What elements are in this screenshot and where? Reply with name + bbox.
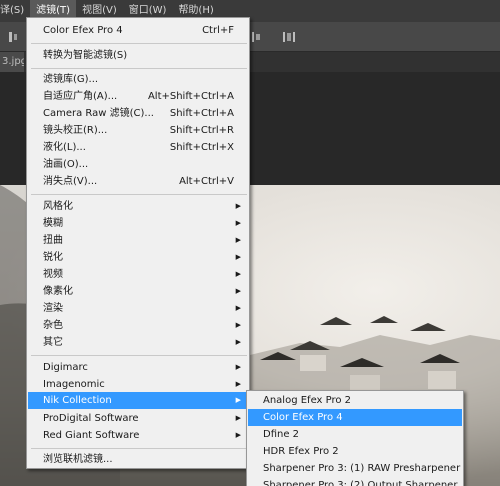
menu-item-filter-gallery[interactable]: 滤镜库(G)... bbox=[28, 71, 248, 88]
menu-separator bbox=[31, 43, 247, 44]
menu-item-label: 视频 bbox=[43, 269, 63, 280]
menu-item-nik-collection[interactable]: Nik Collection ▶ bbox=[28, 392, 248, 409]
document-tab[interactable]: 3.jpg @ bbox=[0, 52, 24, 72]
menu-separator bbox=[31, 68, 247, 69]
menu-item-label: Red Giant Software bbox=[43, 430, 140, 441]
menu-item-imagenomic[interactable]: Imagenomic ▶ bbox=[28, 376, 248, 393]
menu-item-sharpen[interactable]: 锐化 ▶ bbox=[28, 249, 248, 266]
shortcut-label: Alt+Ctrl+V bbox=[179, 176, 234, 187]
menu-item-label: Nik Collection bbox=[43, 395, 112, 406]
shortcut-label: Alt+Shift+Ctrl+A bbox=[147, 91, 234, 102]
menu-item-label: 油画(O)... bbox=[43, 159, 89, 170]
submenu-arrow-icon: ▶ bbox=[235, 414, 241, 422]
submenu-item-analog-efex[interactable]: Analog Efex Pro 2 bbox=[248, 392, 462, 409]
menu-separator bbox=[31, 355, 247, 356]
menu-item-label: 自适应广角(A)... bbox=[43, 91, 118, 102]
submenu-arrow-icon: ▶ bbox=[235, 270, 241, 278]
menu-item-noise[interactable]: 杂色 ▶ bbox=[28, 317, 248, 334]
align-icon[interactable] bbox=[8, 30, 22, 44]
menu-item-label: 渲染 bbox=[43, 303, 63, 314]
submenu-arrow-icon: ▶ bbox=[235, 219, 241, 227]
menu-item-label: 扭曲 bbox=[43, 235, 63, 246]
menu-separator bbox=[31, 448, 247, 449]
menu-item-render[interactable]: 渲染 ▶ bbox=[28, 300, 248, 317]
submenu-item-raw-presharpener[interactable]: Sharpener Pro 3: (1) RAW Presharpener bbox=[248, 460, 462, 477]
menu-item-oil-paint[interactable]: 油画(O)... bbox=[28, 156, 248, 173]
menu-item-distort[interactable]: 扭曲 ▶ bbox=[28, 232, 248, 249]
shortcut-label: Ctrl+F bbox=[202, 25, 234, 36]
menu-item-stylize[interactable]: 风格化 ▶ bbox=[28, 198, 248, 215]
menu-item-label: Imagenomic bbox=[43, 379, 105, 390]
menu-item-other[interactable]: 其它 ▶ bbox=[28, 334, 248, 351]
menu-item-camera-raw[interactable]: Camera Raw 滤镜(C)... Shift+Ctrl+A bbox=[28, 105, 248, 122]
menu-item-browse-online-filters[interactable]: 浏览联机滤镜... bbox=[28, 451, 248, 468]
menu-item-label: Color Efex Pro 4 bbox=[43, 25, 123, 36]
submenu-item-color-efex[interactable]: Color Efex Pro 4 bbox=[248, 409, 462, 426]
menu-item-label: Camera Raw 滤镜(C)... bbox=[43, 108, 154, 119]
submenu-arrow-icon: ▶ bbox=[235, 380, 241, 388]
menu-item-label: 镜头校正(R)... bbox=[43, 125, 108, 136]
menu-item-label: 其它 bbox=[43, 337, 63, 348]
menu-item-prodigital-software[interactable]: ProDigital Software ▶ bbox=[28, 410, 248, 427]
submenu-arrow-icon: ▶ bbox=[235, 287, 241, 295]
menu-item-digimarc[interactable]: Digimarc ▶ bbox=[28, 359, 248, 376]
submenu-arrow-icon: ▶ bbox=[235, 363, 241, 371]
submenu-arrow-icon: ▶ bbox=[235, 304, 241, 312]
menu-item-label: 模糊 bbox=[43, 218, 63, 229]
nik-collection-submenu: Analog Efex Pro 2 Color Efex Pro 4 Dfine… bbox=[246, 390, 464, 486]
menu-item-last-filter[interactable]: Color Efex Pro 4 Ctrl+F bbox=[28, 22, 248, 39]
submenu-arrow-icon: ▶ bbox=[235, 396, 241, 404]
menu-item-convert-smart-filter[interactable]: 转换为智能滤镜(S) bbox=[28, 47, 248, 64]
menu-item-adaptive-wide-angle[interactable]: 自适应广角(A)... Alt+Shift+Ctrl+A bbox=[28, 88, 248, 105]
menu-item-label: 滤镜库(G)... bbox=[43, 74, 99, 85]
menu-item-label: 像素化 bbox=[43, 286, 73, 297]
menu-item-video[interactable]: 视频 ▶ bbox=[28, 266, 248, 283]
submenu-item-hdr-efex[interactable]: HDR Efex Pro 2 bbox=[248, 443, 462, 460]
menu-item-label: 转换为智能滤镜(S) bbox=[43, 50, 128, 61]
menu-item-label: Digimarc bbox=[43, 362, 88, 373]
distribute-horizontal-icon[interactable] bbox=[282, 30, 296, 44]
menu-item-red-giant-software[interactable]: Red Giant Software ▶ bbox=[28, 427, 248, 444]
menu-item-liquify[interactable]: 液化(L)... Shift+Ctrl+X bbox=[28, 139, 248, 156]
submenu-item-dfine[interactable]: Dfine 2 bbox=[248, 426, 462, 443]
menu-separator bbox=[31, 194, 247, 195]
menu-item-label: 风格化 bbox=[43, 201, 73, 212]
menu-item-label: 液化(L)... bbox=[43, 142, 86, 153]
menu-item-lens-correction[interactable]: 镜头校正(R)... Shift+Ctrl+R bbox=[28, 122, 248, 139]
menu-item-label: 消失点(V)... bbox=[43, 176, 98, 187]
submenu-arrow-icon: ▶ bbox=[235, 253, 241, 261]
filter-menu: Color Efex Pro 4 Ctrl+F 转换为智能滤镜(S) 滤镜库(G… bbox=[26, 17, 250, 469]
menu-item-blur[interactable]: 模糊 ▶ bbox=[28, 215, 248, 232]
shortcut-label: Shift+Ctrl+X bbox=[169, 142, 234, 153]
submenu-arrow-icon: ▶ bbox=[235, 202, 241, 210]
shortcut-label: Shift+Ctrl+R bbox=[169, 125, 234, 136]
menu-item-label: ProDigital Software bbox=[43, 413, 139, 424]
menu-item-pixelate[interactable]: 像素化 ▶ bbox=[28, 283, 248, 300]
submenu-arrow-icon: ▶ bbox=[235, 338, 241, 346]
menu-item-label: 浏览联机滤镜... bbox=[43, 454, 113, 465]
submenu-item-output-sharpener[interactable]: Sharpener Pro 3: (2) Output Sharpener bbox=[248, 477, 462, 486]
menu-item-label: 锐化 bbox=[43, 252, 63, 263]
distribute-icon[interactable] bbox=[250, 30, 264, 44]
menu-item-label: 杂色 bbox=[43, 320, 63, 331]
submenu-arrow-icon: ▶ bbox=[235, 321, 241, 329]
submenu-arrow-icon: ▶ bbox=[235, 236, 241, 244]
menu-item-vanishing-point[interactable]: 消失点(V)... Alt+Ctrl+V bbox=[28, 173, 248, 190]
shortcut-label: Shift+Ctrl+A bbox=[169, 108, 234, 119]
submenu-arrow-icon: ▶ bbox=[235, 431, 241, 439]
